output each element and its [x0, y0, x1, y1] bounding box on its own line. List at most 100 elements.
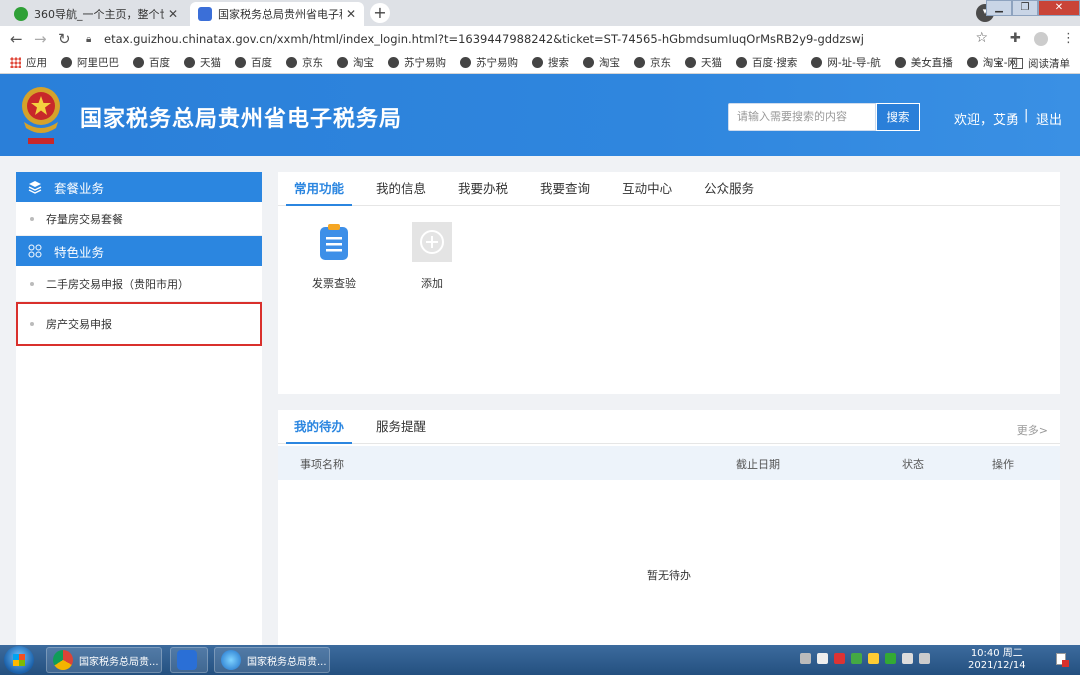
back-arrow-icon[interactable]: ←: [10, 30, 23, 48]
globe-icon: [388, 57, 399, 68]
tab-my-info[interactable]: 我的信息: [368, 172, 434, 206]
system-tray: [800, 653, 936, 664]
clock[interactable]: 10:40 周二 2021/12/14: [968, 648, 1026, 672]
bookmark-star-icon[interactable]: ☆: [975, 30, 988, 46]
sidebar-item-second-hand-house[interactable]: 二手房交易申报（贵阳市用）: [16, 266, 262, 302]
globe-icon: [286, 57, 297, 68]
taskbar-chrome-button[interactable]: 国家税务总局贵...: [46, 647, 162, 673]
lock-icon: 🔒︎: [86, 33, 92, 45]
bookmark-item[interactable]: 阿里巴巴: [61, 55, 119, 70]
close-tab-icon[interactable]: ✕: [168, 7, 178, 21]
menu-icon[interactable]: ⋮: [1062, 31, 1075, 46]
function-tabs: 常用功能 我的信息 我要办税 我要查询 互动中心 公众服务: [278, 172, 1060, 206]
column-action: 操作: [992, 458, 1014, 471]
taskbar-baidu-button[interactable]: [170, 647, 208, 673]
start-button[interactable]: [4, 646, 34, 674]
url-field[interactable]: 🔒︎ etax.guizhou.chinatax.gov.cn/xxmh/htm…: [80, 28, 1000, 50]
notification-icon[interactable]: [1056, 653, 1069, 667]
security-icon[interactable]: [834, 653, 845, 664]
tab-query[interactable]: 我要查询: [532, 172, 598, 206]
bookmark-item[interactable]: 天猫: [184, 55, 221, 70]
bookmark-item[interactable]: 百度·搜索: [736, 55, 797, 70]
tab-service-reminder[interactable]: 服务提醒: [368, 410, 434, 444]
more-link[interactable]: 更多>: [1017, 422, 1048, 438]
bookmark-apps[interactable]: 应用: [10, 55, 47, 70]
browser-tab-360[interactable]: 360导航_一个主页，整个世界 ✕: [6, 2, 186, 26]
guard-icon[interactable]: [885, 653, 896, 664]
bookmark-item[interactable]: 苏宁易购: [460, 55, 518, 70]
browser-tab-title: 国家税务总局贵州省电子税务局: [218, 8, 342, 21]
globe-icon: [634, 57, 645, 68]
reading-list-button[interactable]: 阅读清单: [1012, 56, 1070, 71]
url-text: etax.guizhou.chinatax.gov.cn/xxmh/html/i…: [104, 32, 864, 46]
column-item-name: 事项名称: [300, 458, 344, 471]
column-status: 状态: [902, 458, 924, 471]
tab-common-functions[interactable]: 常用功能: [286, 172, 353, 206]
bookmark-item[interactable]: 京东: [634, 55, 671, 70]
bookmark-item[interactable]: 淘宝-网: [966, 55, 1018, 70]
sidebar-item-stock-house-package[interactable]: 存量房交易套餐: [16, 202, 262, 236]
account-icon[interactable]: [1034, 32, 1048, 46]
bookmark-item[interactable]: 天猫: [685, 55, 722, 70]
keyboard-icon[interactable]: [800, 653, 811, 664]
star-icon[interactable]: [868, 653, 879, 664]
notes-icon[interactable]: [817, 653, 828, 664]
bookmark-item[interactable]: 京东: [286, 55, 323, 70]
bookmark-item[interactable]: 百度: [133, 55, 170, 70]
forward-arrow-icon[interactable]: →: [34, 30, 47, 48]
tab-my-todo[interactable]: 我的待办: [286, 410, 353, 444]
tax-emblem-icon: [22, 87, 60, 144]
windows-taskbar: 国家税务总局贵... 国家税务总局贵... 10:40 周二 2021/12/1…: [0, 645, 1080, 675]
logout-link[interactable]: 退出: [1036, 109, 1062, 128]
shield-icon[interactable]: [851, 653, 862, 664]
bullet-icon: [30, 216, 34, 221]
minimize-icon[interactable]: ▁: [986, 0, 1012, 16]
column-deadline: 截止日期: [736, 458, 780, 471]
globe-icon: [736, 57, 747, 68]
sidebar: 套餐业务 存量房交易套餐 特色业务 二手房交易申报（贵阳市用） 房产交易申报: [16, 172, 262, 645]
globe-icon: [337, 57, 348, 68]
globe-icon: [133, 57, 144, 68]
search-button[interactable]: 搜索: [876, 103, 920, 131]
reload-icon[interactable]: ↻: [58, 30, 71, 48]
clipboard-icon: [320, 224, 348, 260]
new-tab-button[interactable]: +: [370, 3, 390, 23]
bookmarks-bar: 应用 阿里巴巴 百度 天猫 百度 京东 淘宝 苏宁易购 苏宁易购 搜索 淘宝 京…: [0, 52, 1080, 74]
welcome-user: 欢迎，艾勇: [954, 113, 1020, 128]
address-bar: ← → ↻ 🔒︎ etax.guizhou.chinatax.gov.cn/xx…: [0, 26, 1080, 52]
bullet-icon: [30, 281, 34, 286]
bookmark-item[interactable]: 网-址-导-航: [811, 55, 881, 70]
volume-icon[interactable]: [902, 653, 913, 664]
bookmark-item[interactable]: 美女直播: [894, 55, 953, 70]
sidebar-item-property-transaction[interactable]: 房产交易申报: [16, 302, 262, 346]
bookmark-item[interactable]: 搜索: [532, 55, 569, 70]
taskbar-ie-button[interactable]: 国家税务总局贵...: [214, 647, 330, 673]
empty-todo-message: 暂无待办: [647, 569, 691, 582]
browser-tab-bar: 360导航_一个主页，整个世界 ✕ 国家税务总局贵州省电子税务局 ✕ + ▾ ▁…: [0, 0, 1080, 26]
sidebar-section-special[interactable]: 特色业务: [16, 236, 262, 266]
360-icon: [14, 7, 28, 21]
maximize-icon[interactable]: ❐: [1012, 0, 1038, 16]
globe-icon: [184, 57, 195, 68]
bookmark-item[interactable]: 淘宝: [337, 55, 374, 70]
extensions-icon[interactable]: ✚: [1010, 31, 1021, 46]
bookmark-item[interactable]: 百度: [235, 55, 272, 70]
close-window-icon[interactable]: ✕: [1038, 0, 1080, 16]
bookmarks-more-button[interactable]: »: [995, 56, 1002, 69]
tab-public-service[interactable]: 公众服务: [696, 172, 762, 206]
add-function-button[interactable]: 添加: [402, 222, 462, 291]
tab-interaction[interactable]: 互动中心: [614, 172, 680, 206]
invoice-check-button[interactable]: 发票查验: [304, 222, 364, 291]
baidu-netdisk-icon: [177, 650, 197, 670]
close-tab-icon[interactable]: ✕: [346, 7, 356, 21]
browser-tab-title: 360导航_一个主页，整个世界: [34, 8, 164, 21]
bookmark-item[interactable]: 淘宝: [583, 55, 620, 70]
search-input[interactable]: 请输入需要搜索的内容: [728, 103, 876, 131]
browser-tab-etax[interactable]: 国家税务总局贵州省电子税务局 ✕: [190, 2, 364, 26]
tab-tax-handling[interactable]: 我要办税: [450, 172, 516, 206]
network-icon[interactable]: [919, 653, 930, 664]
todo-table-header: 事项名称 截止日期 状态 操作: [278, 446, 1060, 480]
bookmark-item[interactable]: 苏宁易购: [388, 55, 446, 70]
sidebar-section-package[interactable]: 套餐业务: [16, 172, 262, 202]
ie-icon: [221, 650, 241, 670]
